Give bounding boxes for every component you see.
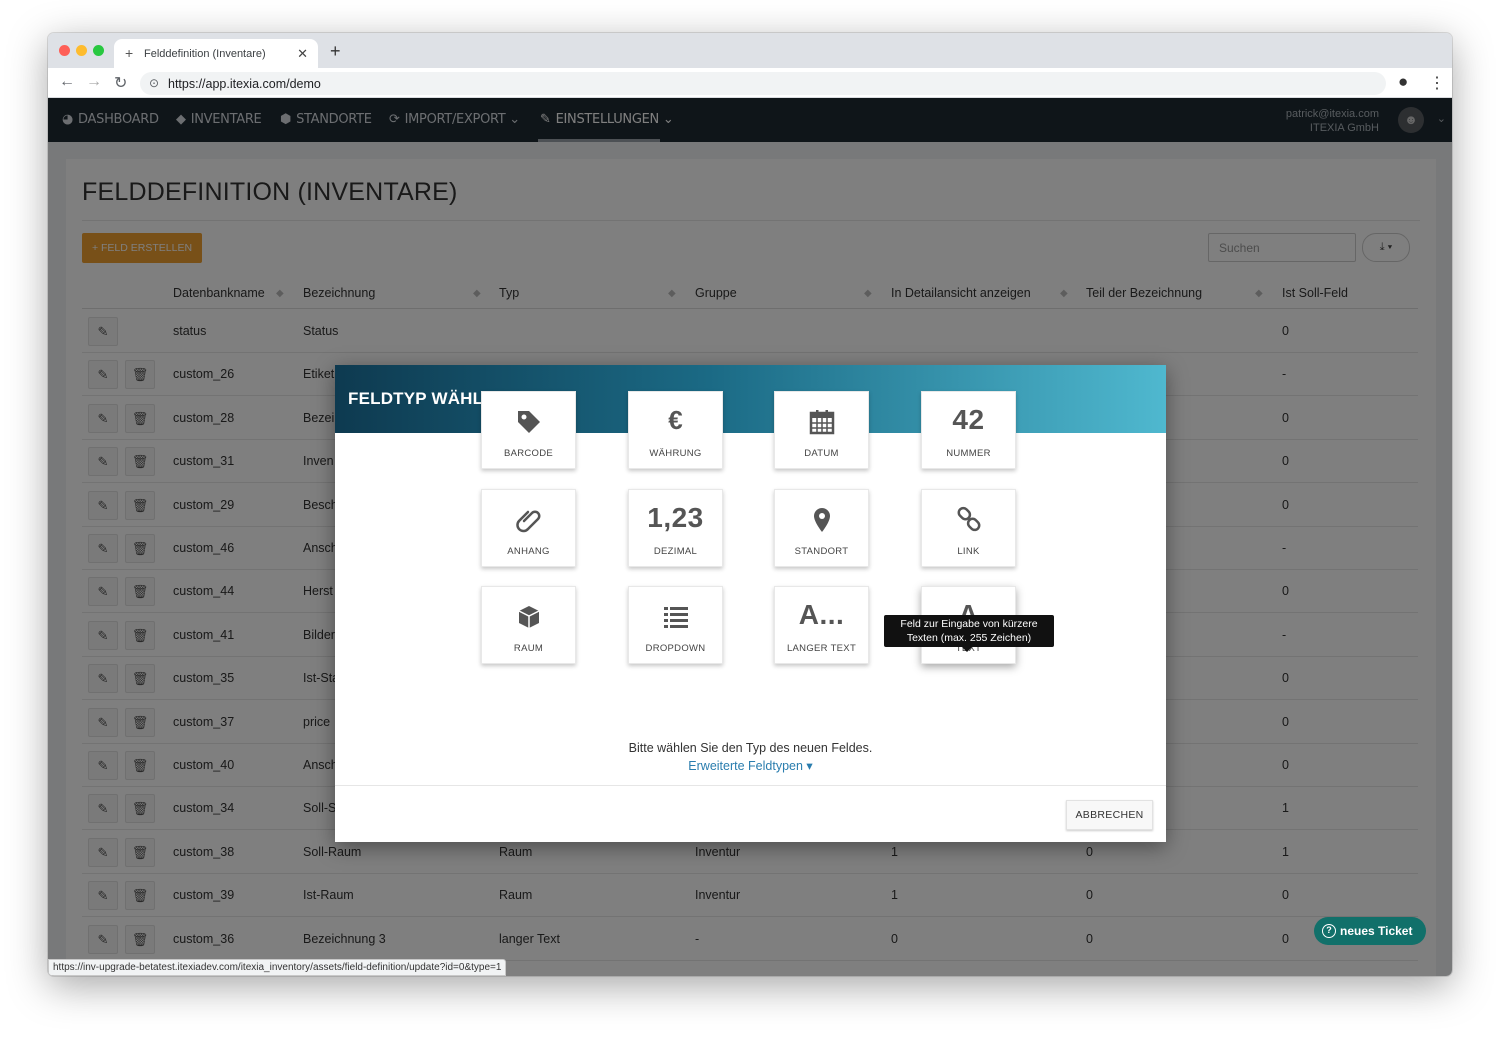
tile-label: RAUM (513, 643, 544, 654)
list-icon (629, 597, 722, 633)
cancel-button[interactable]: ABBRECHEN (1066, 800, 1153, 830)
tag-icon (482, 402, 575, 438)
site-info-icon[interactable]: ⊙ (149, 76, 159, 90)
new-tab-button[interactable]: + (330, 41, 341, 62)
tooltip: Feld zur Eingabe von kürzere Texten (max… (884, 615, 1054, 647)
modal-backdrop[interactable]: FELDTYP WÄHLEN BARCODE € WÄHRUNG DATUM 42 NUM… (48, 98, 1452, 976)
field-type-tile-datum[interactable]: DATUM (774, 391, 869, 469)
tile-label: DROPDOWN (645, 643, 706, 654)
status-bar-url: https://inv-upgrade-betatest.itexiadev.c… (48, 959, 507, 976)
calendar-icon (775, 402, 868, 438)
advanced-field-types-link[interactable]: Erweiterte Feldtypen ▾ (335, 758, 1166, 773)
back-icon[interactable]: ← (59, 73, 75, 91)
address-bar[interactable]: ⊙ https://app.itexia.com/demo (140, 72, 1386, 95)
field-type-tile-link[interactable]: LINK (921, 489, 1016, 567)
forward-icon[interactable]: → (86, 73, 102, 91)
field-type-tile-standort[interactable]: STANDORT (774, 489, 869, 567)
cube-icon (482, 597, 575, 633)
tile-label: DEZIMAL (653, 546, 698, 557)
modal-hint: Bitte wählen Sie den Typ des neuen Felde… (628, 741, 873, 755)
help-icon: ? (1322, 924, 1336, 938)
reload-icon[interactable]: ↻ (114, 73, 127, 93)
tab-title: Felddefinition (Inventare) (144, 48, 266, 60)
tile-label: LINK (957, 546, 980, 557)
browser-toolbar: ← → ↻ ⊙ https://app.itexia.com/demo ● ⋮ (48, 68, 1452, 98)
number-icon: 42 (952, 404, 985, 435)
tile-label: NUMMER (946, 448, 991, 459)
link-icon (922, 500, 1015, 536)
plus-favicon-icon: + (125, 45, 134, 61)
close-window-button[interactable] (59, 45, 70, 56)
tile-label: WÄHRUNG (649, 448, 702, 459)
field-type-tile-dezimal[interactable]: 1,23 DEZIMAL (628, 489, 723, 567)
modal-footer-divider (335, 785, 1166, 786)
address-url: https://app.itexia.com/demo (168, 77, 321, 91)
profile-icon[interactable]: ● (1398, 72, 1408, 92)
tooltip-line: Texten (max. 255 Zeichen) (906, 632, 1032, 644)
browser-window: + Felddefinition (Inventare) ✕ + ← → ↻ ⊙… (48, 33, 1452, 976)
field-type-modal: FELDTYP WÄHLEN BARCODE € WÄHRUNG DATUM 42 NUM… (335, 365, 1166, 842)
tile-label: BARCODE (503, 448, 554, 459)
map-marker-icon (775, 500, 868, 536)
new-ticket-label: neues Ticket (1340, 924, 1413, 938)
field-type-tile-barcode[interactable]: BARCODE (481, 391, 576, 469)
modal-header: FELDTYP WÄHLEN (335, 365, 1166, 433)
decimal-icon: 1,23 (647, 502, 704, 533)
close-tab-icon[interactable]: ✕ (297, 46, 308, 62)
tooltip-arrow (962, 647, 972, 652)
paperclip-icon (482, 500, 575, 536)
field-type-tile-raum[interactable]: RAUM (481, 586, 576, 664)
tile-label: LANGER TEXT (786, 643, 857, 654)
long-text-icon: A... (798, 599, 845, 630)
field-type-tile-nummer[interactable]: 42 NUMMER (921, 391, 1016, 469)
new-ticket-button[interactable]: ? neues Ticket (1314, 917, 1426, 945)
tile-label: DATUM (804, 448, 839, 459)
tooltip-line: Feld zur Eingabe von kürzere (900, 618, 1038, 630)
tile-label: STANDORT (794, 546, 849, 557)
maximize-window-button[interactable] (93, 45, 104, 56)
tile-label: ANHANG (507, 546, 550, 557)
field-type-tile-w-hrung[interactable]: € WÄHRUNG (628, 391, 723, 469)
euro-icon: € (668, 405, 683, 435)
browser-tab[interactable]: + Felddefinition (Inventare) ✕ (114, 39, 318, 68)
field-type-tile-anhang[interactable]: ANHANG (481, 489, 576, 567)
minimize-window-button[interactable] (76, 45, 87, 56)
tab-strip: + Felddefinition (Inventare) ✕ + (48, 33, 1452, 68)
field-type-tile-dropdown[interactable]: DROPDOWN (628, 586, 723, 664)
field-type-tile-langer-text[interactable]: A... LANGER TEXT (774, 586, 869, 664)
menu-kebab-icon[interactable]: ⋮ (1429, 73, 1445, 93)
